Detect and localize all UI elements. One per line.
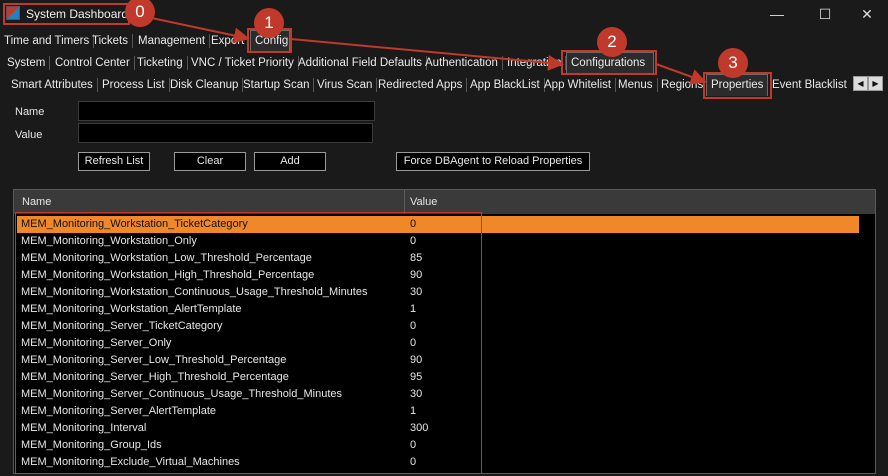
arrow-1-to-2 — [290, 38, 564, 71]
arrow-2-to-3 — [655, 63, 707, 85]
highlight-mem-monitoring-rows — [15, 212, 482, 474]
highlight-window-title — [3, 3, 130, 25]
step-marker-3: 3 — [718, 48, 748, 78]
step-marker-1: 1 — [254, 8, 284, 38]
step-marker-2: 2 — [597, 27, 627, 57]
